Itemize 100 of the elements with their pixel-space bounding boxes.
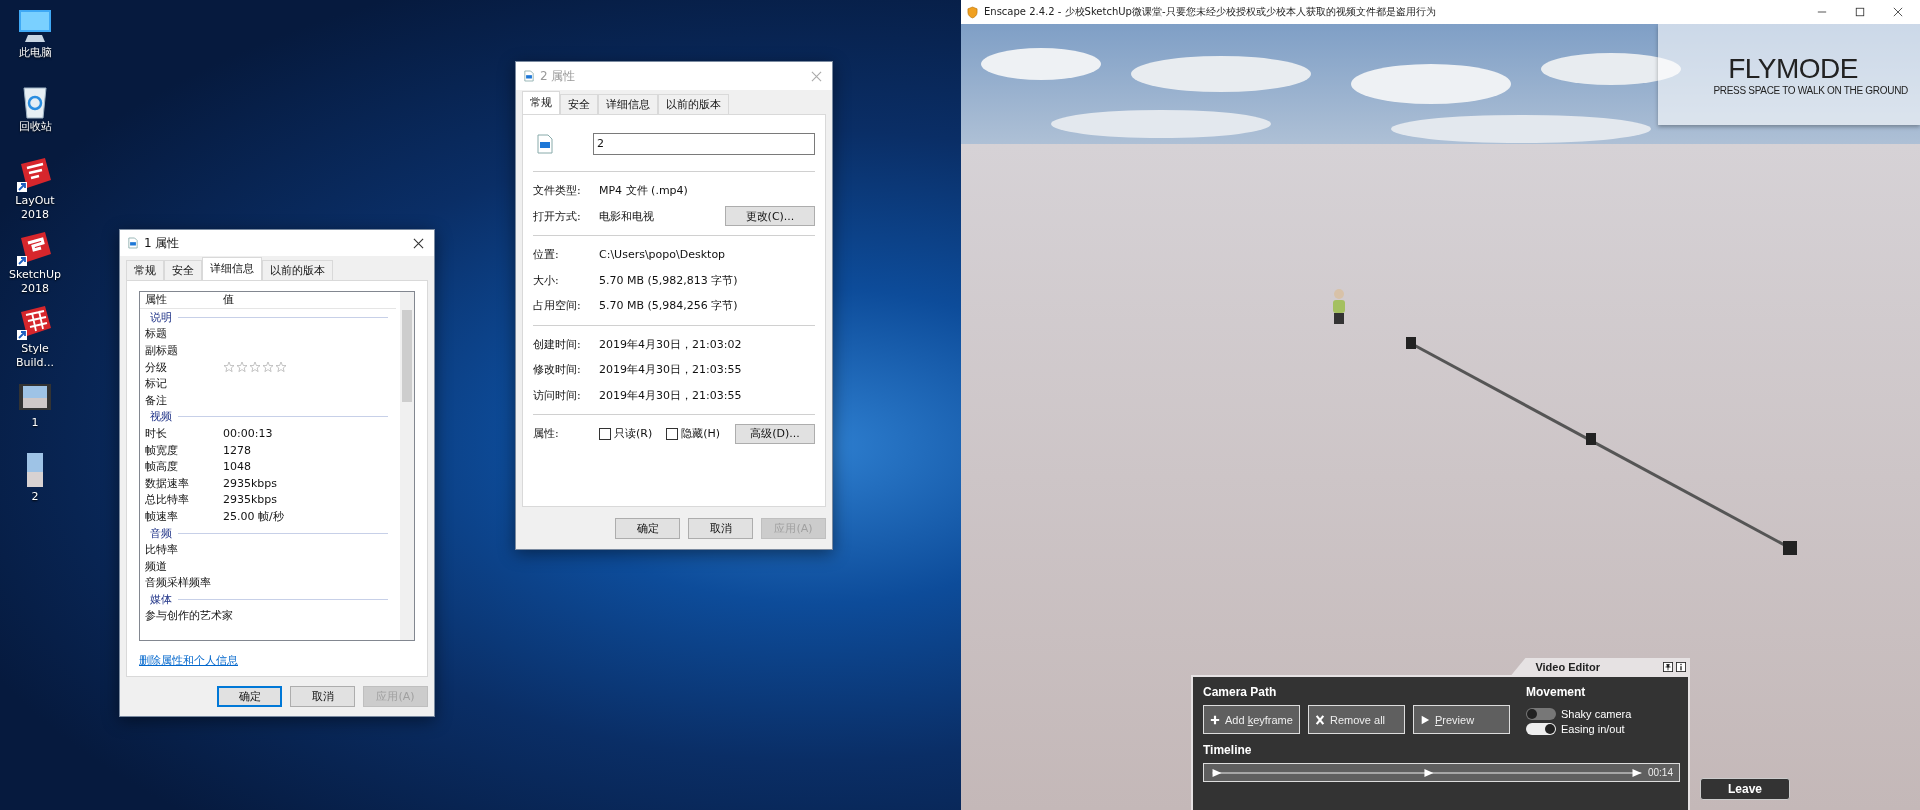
- property-value: 2935kbps: [223, 493, 279, 507]
- property-value: 1278: [223, 443, 252, 457]
- field-value: MP4 文件 (.mp4): [599, 183, 689, 199]
- desktop-icon-label[interactable]: SketchUp 2018: [3, 268, 67, 296]
- tab[interactable]: 以前的版本: [262, 260, 333, 280]
- section-heading: Camera Path: [1203, 685, 1278, 699]
- property-name: 标记: [145, 376, 168, 392]
- shield-icon: [967, 5, 978, 19]
- dialog-title: 1 属性: [144, 234, 181, 252]
- property-name: 参与创作的艺术家: [145, 608, 233, 624]
- toggle-label: Shaky camera: [1561, 708, 1632, 720]
- group-heading: 音频: [150, 525, 172, 541]
- field-value: 2019年4月30日，21:03:02: [599, 336, 743, 352]
- desktop-icon-label[interactable]: Style Build...: [3, 342, 67, 370]
- change-button[interactable]: 更改(C)...: [725, 206, 815, 227]
- property-name: 帧宽度: [145, 442, 179, 458]
- field-label: 位置:: [533, 247, 560, 263]
- scrollbar[interactable]: [400, 292, 414, 640]
- dialog-button[interactable]: 取消: [688, 517, 753, 539]
- plus-icon: [1210, 714, 1220, 725]
- property-name: 时长: [145, 425, 168, 441]
- field-label: 属性:: [533, 426, 560, 442]
- property-value: 2935kbps: [223, 476, 279, 490]
- preview-button[interactable]: Preview: [1413, 705, 1510, 734]
- field-label: 修改时间:: [533, 362, 582, 378]
- field-value: 5.70 MB (5,984,256 字节): [599, 298, 739, 314]
- remove-properties-link[interactable]: 删除属性和个人信息: [139, 653, 238, 668]
- property-name: 音频采样频率: [145, 575, 212, 591]
- pin-icon[interactable]: [1663, 661, 1673, 672]
- desktop-icon-label[interactable]: 回收站: [3, 120, 67, 134]
- tab[interactable]: 安全: [560, 94, 598, 114]
- file-icon: [537, 134, 553, 154]
- fly-mode-hint: PRESS SPACE TO WALK ON THE GROUND: [1713, 85, 1908, 96]
- desktop-icon-label[interactable]: LayOut 2018: [3, 194, 67, 222]
- x-icon: [1315, 714, 1325, 725]
- property-name: 总比特率: [145, 492, 190, 508]
- close-icon[interactable]: [1893, 7, 1903, 17]
- tab[interactable]: 常规: [522, 91, 560, 114]
- file-icon: [524, 70, 534, 82]
- tab[interactable]: 安全: [164, 260, 202, 280]
- field-label: 创建时间:: [533, 336, 582, 352]
- column-header[interactable]: 值: [223, 292, 396, 308]
- checkbox-label[interactable]: 隐藏(H): [681, 426, 721, 442]
- desktop-icon-label[interactable]: 此电脑: [3, 46, 67, 60]
- property-name: 帧高度: [145, 459, 179, 475]
- desktop-icon-label[interactable]: 1: [3, 416, 67, 430]
- tab[interactable]: 详细信息: [202, 257, 262, 280]
- checkbox-label[interactable]: 只读(R): [614, 426, 653, 442]
- rating-stars[interactable]: [223, 361, 287, 374]
- property-value: 00:00:13: [223, 426, 274, 440]
- panel-title: Video Editor: [1535, 660, 1600, 673]
- property-name: 副标题: [145, 343, 179, 358]
- remove-all-button[interactable]: Remove all: [1308, 705, 1405, 734]
- field-label: 打开方式:: [533, 208, 582, 224]
- group-heading: 说明: [150, 309, 172, 325]
- tab[interactable]: 常规: [126, 260, 164, 280]
- property-name: 数据速率: [145, 475, 190, 491]
- property-value: 25.00 帧/秒: [223, 508, 285, 524]
- info-icon[interactable]: [1676, 661, 1686, 672]
- checkbox[interactable]: [599, 427, 611, 440]
- tab[interactable]: 以前的版本: [658, 94, 729, 114]
- property-name: 频道: [145, 558, 168, 574]
- group-heading: 媒体: [150, 591, 172, 607]
- toggle-switch[interactable]: [1526, 708, 1556, 720]
- column-header[interactable]: 属性: [145, 292, 223, 308]
- play-icon: [1420, 714, 1430, 725]
- dialog-title: 2 属性: [540, 67, 577, 85]
- leave-button[interactable]: Leave: [1700, 778, 1790, 800]
- field-label: 文件类型:: [533, 183, 582, 199]
- field-value: 电影和电视: [599, 208, 655, 224]
- dialog-button[interactable]: 确定: [615, 517, 680, 539]
- checkbox[interactable]: [666, 427, 679, 440]
- window-title: Enscape 2.4.2 - 少校SketchUp微课堂-只要您未经少校授权或少校本人获取的视频文件都是盗用行为: [984, 5, 1437, 19]
- close-icon[interactable]: [413, 237, 424, 249]
- field-label: 访问时间:: [533, 387, 582, 403]
- dialog-button[interactable]: 取消: [290, 686, 355, 707]
- toggle-label: Easing in/out: [1561, 723, 1625, 735]
- dialog-button[interactable]: 确定: [217, 686, 282, 707]
- field-value: 2019年4月30日，21:03:55: [599, 362, 743, 378]
- advanced-button[interactable]: 高级(D)...: [735, 423, 815, 444]
- timeline-time: 00:14: [1647, 767, 1673, 778]
- field-label: 大小:: [533, 272, 560, 288]
- desktop-icon-label[interactable]: 2: [3, 490, 67, 504]
- add-keyframe-button[interactable]: Add keyframe: [1203, 705, 1300, 734]
- person-figure: [1333, 289, 1345, 324]
- tab[interactable]: 详细信息: [598, 94, 658, 114]
- fly-mode-title: FLYMODE: [1728, 53, 1858, 85]
- property-name: 标题: [145, 326, 168, 342]
- timeline-track[interactable]: 00:14: [1203, 763, 1680, 782]
- group-heading: 视频: [150, 409, 172, 425]
- maximize-icon[interactable]: [1855, 7, 1865, 17]
- field-value: C:\Users\popo\Desktop: [599, 248, 727, 262]
- field-label: 占用空间:: [533, 298, 582, 314]
- section-heading: Timeline: [1203, 743, 1253, 757]
- field-value: 2019年4月30日，21:03:55: [599, 387, 743, 403]
- property-name: 比特率: [145, 542, 179, 558]
- property-name: 帧速率: [145, 508, 179, 524]
- property-name: 分级: [145, 359, 168, 375]
- toggle-switch[interactable]: [1526, 723, 1556, 735]
- file-name-field[interactable]: 2: [593, 133, 815, 155]
